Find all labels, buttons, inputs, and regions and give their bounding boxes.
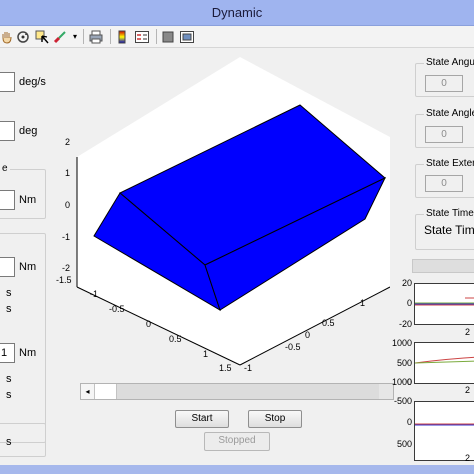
z-tick-2: 2 [64, 137, 70, 147]
mini1-tick-20: 20 [401, 278, 412, 288]
pan-icon[interactable] [0, 28, 14, 45]
z-tick-0: 0 [64, 200, 70, 210]
time-bar [412, 259, 474, 273]
torque-input[interactable] [0, 190, 15, 210]
angle-history-plot [414, 342, 474, 384]
s-label-5: s [6, 436, 12, 448]
y-tick-0.5: 0.5 [322, 318, 335, 328]
rotate-icon[interactable] [14, 28, 32, 45]
scroll-left-arrow-icon[interactable]: ◂ [81, 384, 95, 399]
torque3-unit-label: Nm [19, 347, 37, 359]
mini3-tick-m500: -500 [393, 396, 412, 406]
show-plot-tools-icon[interactable] [178, 28, 196, 45]
y-tick-m0.5: -0.5 [285, 342, 301, 352]
colorbar-icon[interactable] [114, 28, 130, 45]
x-tick-m1.5: -1.5 [56, 275, 72, 285]
legend-icon[interactable] [133, 28, 151, 45]
y-tick-1: 1 [360, 298, 366, 308]
s-label-3: s [6, 373, 12, 385]
mini2-tick-500: 500 [396, 358, 412, 368]
z-tick-m2: -2 [61, 263, 70, 273]
brush-icon[interactable] [52, 28, 68, 45]
torque-panel-title: e [0, 163, 10, 174]
mini1-x-tick: 2 [465, 327, 471, 337]
mini1-tick-m20: -20 [398, 319, 412, 329]
torque3-value: 1 [1, 347, 8, 359]
x-tick-m1: -1 [90, 289, 99, 299]
mini1-tick-0: 0 [406, 298, 412, 308]
external-value: 0 [425, 175, 463, 192]
rate-unit-label: deg/s [19, 76, 46, 88]
x-tick-0.5: 0.5 [169, 334, 182, 344]
print-icon[interactable] [87, 28, 105, 45]
x-tick-0: 0 [146, 319, 152, 329]
angle-unit-label: deg [19, 125, 38, 137]
s-label-2: s [6, 303, 12, 315]
x-tick-m0.5: -0.5 [109, 304, 125, 314]
torque2-unit-label: Nm [19, 261, 37, 273]
status-button: Stopped [204, 432, 270, 451]
mini2-tick-1000: 1000 [391, 338, 412, 348]
stop-button[interactable]: Stop [248, 410, 302, 428]
time-panel-title: State Time [424, 208, 474, 219]
rate-input[interactable] [0, 72, 15, 92]
x-tick-1: 1 [203, 349, 209, 359]
window-bottom-border [0, 465, 474, 474]
z-tick-1: 1 [64, 168, 70, 178]
time-slider[interactable]: ◂ [80, 383, 394, 400]
s-label-4: s [6, 389, 12, 401]
angle-input[interactable] [0, 121, 15, 141]
start-button[interactable]: Start [175, 410, 229, 428]
window-title: Dynamic [211, 5, 263, 20]
angle-value: 0 [425, 126, 463, 143]
angle-panel-title: State Angle [424, 108, 474, 119]
time-text: State Time [424, 223, 474, 237]
hide-plot-tools-icon[interactable] [160, 28, 176, 45]
figure-toolbar: ▾ [0, 26, 474, 48]
window-titlebar: Dynamic [0, 0, 474, 26]
x-tick-1.5: 1.5 [219, 363, 232, 373]
angular-rate-title: State Angula [424, 57, 474, 68]
s-label-1: s [6, 287, 12, 299]
figure-area: deg/s deg e Nm Nm s s 1 Nm s s s 2 1 0 -… [0, 49, 474, 465]
y-tick-m1: -1 [244, 363, 253, 373]
slider-track [117, 384, 379, 399]
mini3-x-tick: 2 [465, 453, 471, 463]
mini3-tick-500: 500 [396, 439, 412, 449]
slider-thumb[interactable] [95, 384, 117, 399]
angular-rate-value: 0 [425, 75, 463, 92]
torque-unit-label: Nm [19, 194, 37, 206]
z-tick-m1: -1 [61, 232, 70, 242]
mini3-tick-1000: 1000 [391, 377, 412, 387]
torque2-input[interactable] [0, 257, 15, 277]
mini3-tick-0: 0 [406, 417, 412, 427]
attitude-3d-plot[interactable] [55, 49, 390, 379]
chevron-down-icon[interactable]: ▾ [69, 28, 81, 45]
external-panel-title: State Extern [424, 158, 474, 169]
torque-history-plot [414, 401, 474, 461]
rate-history-plot [414, 283, 474, 325]
mini2-x-tick: 2 [465, 385, 471, 395]
torque3-input[interactable]: 1 [0, 343, 15, 363]
y-tick-0: 0 [305, 330, 311, 340]
data-cursor-icon[interactable] [33, 28, 51, 45]
